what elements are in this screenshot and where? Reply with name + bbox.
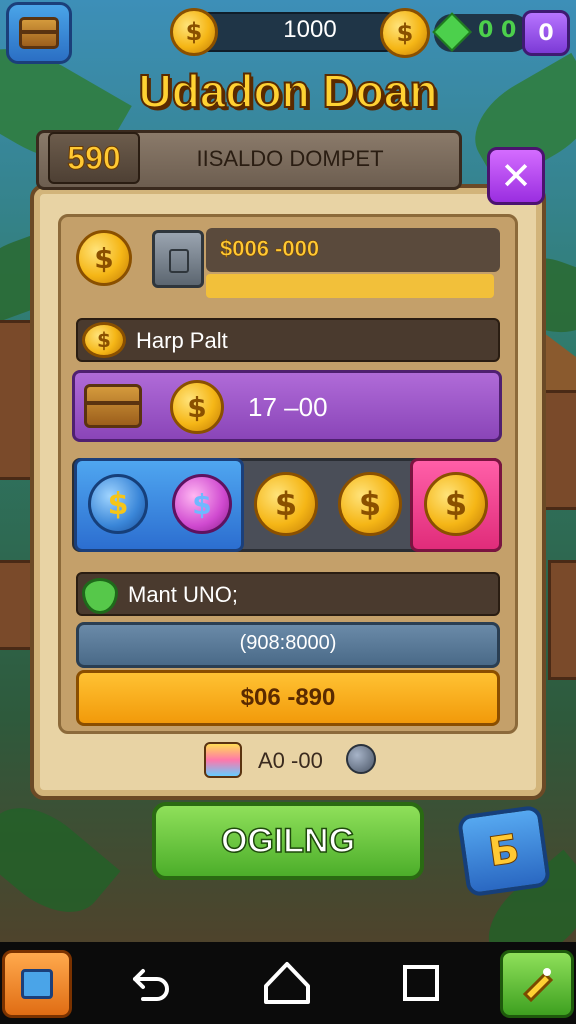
info-dot-icon[interactable] <box>346 744 376 774</box>
blue-coin-icon[interactable]: $ <box>88 474 148 534</box>
ticket-icon <box>522 968 554 1003</box>
coin-icon: $ <box>170 380 224 434</box>
game-title: Udadon Doan <box>138 64 439 118</box>
balance-value: $006 -000 <box>220 236 320 262</box>
coin-icon: $ <box>76 230 132 286</box>
treasure-chest-icon <box>19 17 59 49</box>
pink-coin-icon[interactable]: $ <box>172 474 232 534</box>
currency-value: 1000 <box>283 16 337 43</box>
ticket-button[interactable] <box>500 950 574 1018</box>
safe-icon <box>152 230 204 288</box>
gem-value: 0 0 <box>478 18 517 43</box>
price-value: $06 -890 <box>240 684 336 711</box>
confirm-button[interactable]: OGILNG <box>152 802 424 880</box>
amount-field-value: (908:8000) <box>239 632 337 654</box>
gift-box-icon <box>204 742 242 778</box>
gold-coin-icon[interactable]: $ <box>338 472 402 536</box>
close-button[interactable]: ✕ <box>487 147 545 205</box>
section-label: Mant UNO; <box>128 582 239 607</box>
section-label: Harp Palt <box>136 328 228 353</box>
treasure-chest-icon <box>84 384 142 428</box>
coin-icon: $ <box>170 8 218 56</box>
game-home-button[interactable] <box>2 950 72 1018</box>
gold-coin-icon[interactable]: $ <box>254 472 318 536</box>
coin-icon: $ <box>82 322 126 358</box>
gold-coin-icon[interactable]: $ <box>424 472 488 536</box>
balance-progress-bar <box>206 274 494 298</box>
reward-value: 17 –00 <box>248 392 328 422</box>
purple-menu-button[interactable]: 0 <box>522 10 570 56</box>
inventory-button[interactable] <box>6 2 72 64</box>
add-coins-button[interactable]: $ <box>380 8 430 58</box>
dialog-title: IISALDO DOMPET <box>196 146 384 171</box>
banner-number: 590 <box>48 132 140 184</box>
recents-square-icon[interactable] <box>396 958 446 1008</box>
back-arrow-icon[interactable] <box>126 958 176 1008</box>
footer-value: A0 -00 <box>258 748 323 773</box>
side-action-button[interactable]: Б <box>456 804 552 898</box>
home-outline-icon[interactable] <box>262 958 312 1008</box>
house-icon <box>21 969 53 999</box>
